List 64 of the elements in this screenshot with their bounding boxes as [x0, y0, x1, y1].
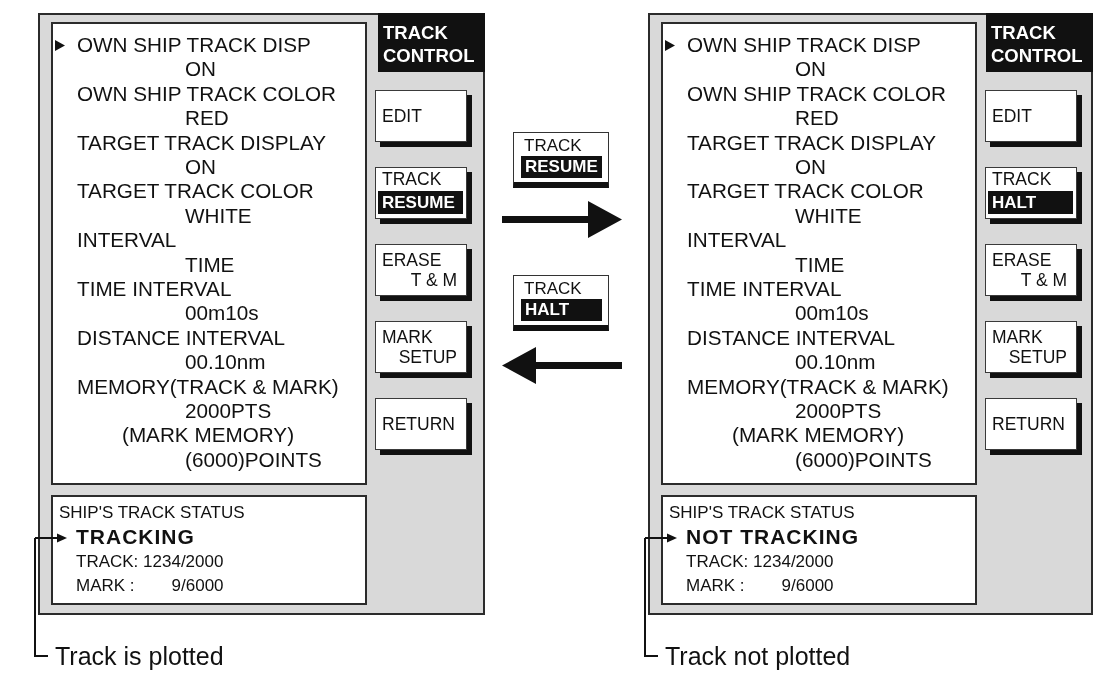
setting-value: ON	[185, 57, 217, 82]
menu-key-button[interactable]: EDIT	[985, 90, 1082, 147]
setting-value: 00.10nm	[185, 350, 266, 375]
setting-value: TIME	[185, 252, 235, 277]
menu-key-button[interactable]: RETURN	[375, 398, 472, 455]
menu-item-label[interactable]: (MARK MEMORY)	[732, 423, 904, 448]
menu-item-label[interactable]: INTERVAL	[77, 228, 177, 253]
mark-count: 9/6000	[171, 575, 224, 597]
menu-item-label[interactable]: OWN SHIP TRACK DISP	[687, 33, 921, 58]
menu-item-label[interactable]: MEMORY(TRACK & MARK)	[77, 374, 339, 399]
mark-label: MARK :	[76, 575, 135, 597]
menu-item-label[interactable]: INTERVAL	[687, 228, 787, 253]
menu-item-label[interactable]: TARGET TRACK DISPLAY	[77, 130, 327, 155]
menu-item-label[interactable]: MEMORY(TRACK & MARK)	[687, 374, 949, 399]
menu-item-label[interactable]: OWN SHIP TRACK COLOR	[687, 81, 947, 107]
mark-label: MARK :	[686, 575, 745, 597]
menu-title: TRACK CONTROL	[986, 13, 1093, 72]
menu-item-label[interactable]: TIME INTERVAL	[687, 277, 842, 302]
setting-value: (6000)POINTS	[185, 447, 322, 473]
tracking-state: NOT TRACKING	[686, 524, 859, 550]
callout-caption: Track is plotted	[55, 642, 224, 670]
setting-value: 2000PTS	[185, 398, 272, 424]
setting-value: 00.10nm	[795, 350, 876, 375]
setting-value: ON	[795, 155, 827, 180]
menu-key-button[interactable]: RETURN	[985, 398, 1082, 455]
setting-value: WHITE	[795, 203, 862, 229]
menu-item-label[interactable]: OWN SHIP TRACK DISP	[77, 33, 311, 58]
menu-title: TRACK CONTROL	[378, 13, 485, 72]
menu-item-label[interactable]: TARGET TRACK COLOR	[687, 179, 924, 204]
key-legend: TRACK RESUME	[513, 132, 609, 188]
menu-key-button[interactable]: MARK SETUP	[985, 321, 1082, 378]
key-legend: TRACK HALT	[513, 275, 609, 331]
menu-item-label[interactable]: DISTANCE INTERVAL	[77, 325, 286, 351]
setting-value: RED	[795, 106, 839, 131]
toggle-key-button[interactable]: TRACK HALT	[985, 167, 1082, 224]
setting-value: 00m10s	[185, 301, 259, 326]
setting-value: (6000)POINTS	[795, 447, 932, 473]
setting-value: TIME	[795, 252, 845, 277]
menu-item-label[interactable]: OWN SHIP TRACK COLOR	[77, 81, 337, 107]
menu-item-label[interactable]: DISTANCE INTERVAL	[687, 325, 896, 351]
menu-key-button[interactable]: ERASE T & M	[985, 244, 1082, 301]
toggle-key-button[interactable]: TRACK RESUME	[375, 167, 472, 224]
menu-item-label[interactable]: TIME INTERVAL	[77, 277, 232, 302]
track-count: TRACK: 1234/2000	[76, 551, 224, 573]
setting-value: ON	[185, 155, 217, 180]
left-arrow-icon	[502, 347, 622, 384]
callout-caption: Track not plotted	[665, 642, 851, 670]
track-count: TRACK: 1234/2000	[686, 551, 834, 573]
setting-value: 00m10s	[795, 301, 869, 326]
menu-key-button[interactable]: EDIT	[375, 90, 472, 147]
setting-value: RED	[185, 106, 229, 131]
status-title: SHIP'S TRACK STATUS	[669, 502, 855, 524]
menu-item-label[interactable]: TARGET TRACK COLOR	[77, 179, 314, 204]
tracking-state: TRACKING	[76, 524, 195, 550]
setting-value: 2000PTS	[795, 398, 882, 424]
mark-count: 9/6000	[781, 575, 834, 597]
setting-value: ON	[795, 57, 827, 82]
right-arrow-icon	[502, 201, 622, 238]
menu-item-label[interactable]: TARGET TRACK DISPLAY	[687, 130, 937, 155]
status-title: SHIP'S TRACK STATUS	[59, 502, 245, 524]
menu-item-label[interactable]: (MARK MEMORY)	[122, 423, 294, 448]
menu-key-button[interactable]: MARK SETUP	[375, 321, 472, 378]
menu-key-button[interactable]: ERASE T & M	[375, 244, 472, 301]
setting-value: WHITE	[185, 203, 252, 229]
